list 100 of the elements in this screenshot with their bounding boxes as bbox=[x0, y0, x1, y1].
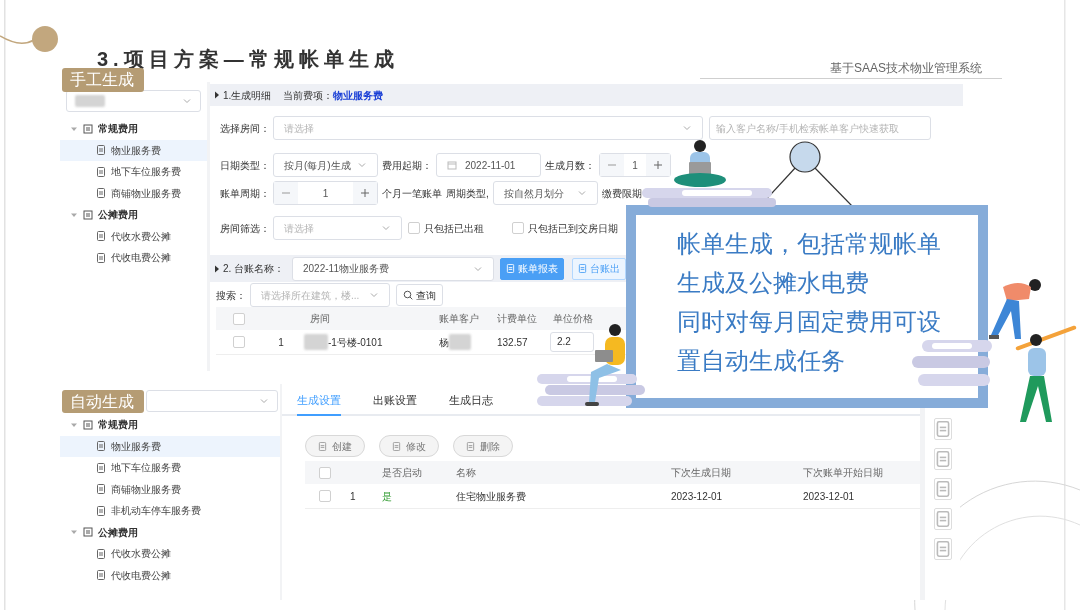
tree-label: 物业服务费 bbox=[111, 143, 161, 158]
tree-item[interactable]: 代收水费公摊 bbox=[60, 543, 280, 565]
list-icon bbox=[83, 419, 93, 430]
document-icon bbox=[933, 538, 952, 560]
search-field[interactable]: 输入客户名称/手机检索帐单客户快速获取 bbox=[709, 116, 931, 140]
tree-item[interactable]: 常规费用 bbox=[60, 118, 207, 140]
field-label: 日期类型： bbox=[220, 158, 269, 173]
fee-link[interactable]: 物业服务费 bbox=[333, 87, 384, 103]
dropdown[interactable]: 按自然月划分 bbox=[492, 181, 598, 205]
tree-label: 商铺物业服务费 bbox=[111, 186, 181, 201]
date-field[interactable]: 2022-11-01 bbox=[436, 153, 541, 177]
chevron-down-icon bbox=[369, 290, 379, 300]
document-icon bbox=[96, 441, 106, 452]
tree-item[interactable]: 常规费用 bbox=[60, 414, 280, 436]
dropdown[interactable] bbox=[146, 390, 278, 412]
tree-label: 代收水费公摊 bbox=[111, 547, 171, 562]
column-header: 下次生成日期 bbox=[671, 466, 732, 480]
column-header: 账单客户 bbox=[438, 312, 480, 326]
dropdown[interactable]: 2022-11物业服务费 bbox=[292, 256, 494, 281]
button[interactable]: 修改 bbox=[379, 435, 439, 457]
section-tag: 手工生成 bbox=[62, 68, 144, 92]
button[interactable]: 删除 bbox=[453, 435, 513, 457]
document-icon bbox=[933, 448, 952, 470]
slide-title: 3.项目方案—常规帐单生成 bbox=[97, 47, 399, 71]
table-cell-text: 1 bbox=[277, 335, 285, 350]
table-cell-text: 是 bbox=[382, 489, 393, 504]
callout-text: 生成及公摊水电费 bbox=[677, 268, 869, 298]
tree-item[interactable]: 非机动车停车服务费 bbox=[60, 500, 280, 522]
document-icon bbox=[933, 508, 952, 530]
document-icon bbox=[933, 418, 952, 440]
tree-item[interactable]: 代收电费公摊 bbox=[60, 247, 207, 269]
chevron-down-icon bbox=[357, 160, 367, 170]
tree-label: 地下车位服务费 bbox=[111, 165, 181, 180]
chevron-down-icon bbox=[682, 123, 692, 133]
table-cell-text: 2023-12-01 bbox=[671, 489, 724, 504]
column-header: 是否启动 bbox=[382, 466, 423, 480]
plus-icon bbox=[353, 182, 377, 204]
tab[interactable]: 生成日志 bbox=[449, 384, 493, 416]
tree-label: 商铺物业服务费 bbox=[111, 482, 181, 497]
document-icon bbox=[578, 264, 587, 273]
document-icon bbox=[96, 252, 106, 263]
chevron-down-icon bbox=[182, 96, 192, 106]
tree-label: 公摊费用 bbox=[98, 208, 138, 223]
checkbox-label: 只包括已出租 bbox=[424, 221, 484, 236]
table-cell-text: 住宅物业服务费 bbox=[456, 489, 527, 504]
field-label: 个月一笔账单 bbox=[382, 186, 442, 201]
field-label: 选择房间： bbox=[220, 121, 271, 136]
checkbox[interactable] bbox=[512, 222, 524, 234]
number-stepper[interactable]: 1 bbox=[599, 153, 671, 177]
tree-item[interactable]: 公摊费用 bbox=[60, 521, 280, 543]
tree-item[interactable]: 物业服务费 bbox=[60, 139, 207, 161]
minus-icon bbox=[274, 182, 298, 204]
document-icon bbox=[96, 505, 106, 516]
checkbox-label: 只包括已到交房日期 bbox=[528, 221, 618, 236]
document-icon bbox=[466, 441, 475, 451]
tab[interactable]: 出账设置 bbox=[373, 384, 417, 416]
checkbox[interactable] bbox=[319, 466, 331, 479]
tree-item[interactable]: 物业服务费 bbox=[60, 435, 280, 457]
blurred-text bbox=[304, 334, 328, 350]
field-label: 当前费项： bbox=[283, 88, 334, 103]
checkbox[interactable] bbox=[319, 490, 331, 502]
plus-icon bbox=[646, 154, 670, 176]
number-stepper[interactable]: 1 bbox=[273, 181, 378, 205]
column-header: 计费单位 bbox=[496, 312, 538, 326]
chevron-down-icon bbox=[381, 223, 391, 233]
tree-item[interactable]: 代收水费公摊 bbox=[60, 225, 207, 247]
search-button[interactable]: 查询 bbox=[396, 284, 443, 306]
table-cell-text: 2023-12-01 bbox=[803, 489, 856, 504]
document-icon bbox=[96, 188, 106, 199]
tree-label: 代收电费公摊 bbox=[111, 251, 171, 266]
slide-subtitle: 基于SAAS技术物业管理系统 bbox=[830, 60, 982, 77]
field-label: 账单周期： bbox=[220, 186, 269, 201]
tree-item[interactable]: 地下车位服务费 bbox=[60, 161, 207, 183]
column-header: 名称 bbox=[456, 466, 477, 480]
checkbox[interactable] bbox=[233, 312, 245, 325]
dropdown[interactable]: 按月(每月)生成 bbox=[273, 153, 378, 177]
tree-label: 公摊费用 bbox=[98, 525, 138, 540]
tree-item[interactable]: 公摊费用 bbox=[60, 204, 207, 226]
field-label: 缴费限期 bbox=[601, 186, 642, 201]
minus-icon bbox=[600, 154, 624, 176]
document-icon bbox=[96, 166, 106, 177]
field-label: 房间筛选： bbox=[220, 221, 269, 236]
calendar-icon bbox=[447, 160, 457, 170]
stepper-value: 1 bbox=[321, 186, 330, 201]
column-header: 单位价格 bbox=[552, 312, 594, 326]
checkbox[interactable] bbox=[408, 222, 420, 234]
checkbox[interactable] bbox=[233, 336, 245, 348]
tree-label: 代收水费公摊 bbox=[111, 229, 171, 244]
document-icon bbox=[933, 478, 952, 500]
tree-item[interactable]: 商铺物业服务费 bbox=[60, 182, 207, 204]
button[interactable]: 创建 bbox=[305, 435, 365, 457]
field-label: 生成月数： bbox=[545, 158, 595, 173]
callout-text: 置自动生成任务 bbox=[677, 346, 845, 376]
tree-item[interactable]: 地下车位服务费 bbox=[60, 457, 280, 479]
tree-item[interactable]: 代收电费公摊 bbox=[60, 564, 280, 586]
field-label: 周期类型, bbox=[446, 186, 489, 201]
tree-item[interactable]: 商铺物业服务费 bbox=[60, 478, 280, 500]
price-field[interactable]: 2.2 bbox=[550, 332, 594, 352]
list-icon bbox=[83, 123, 93, 134]
list-icon bbox=[83, 209, 93, 220]
